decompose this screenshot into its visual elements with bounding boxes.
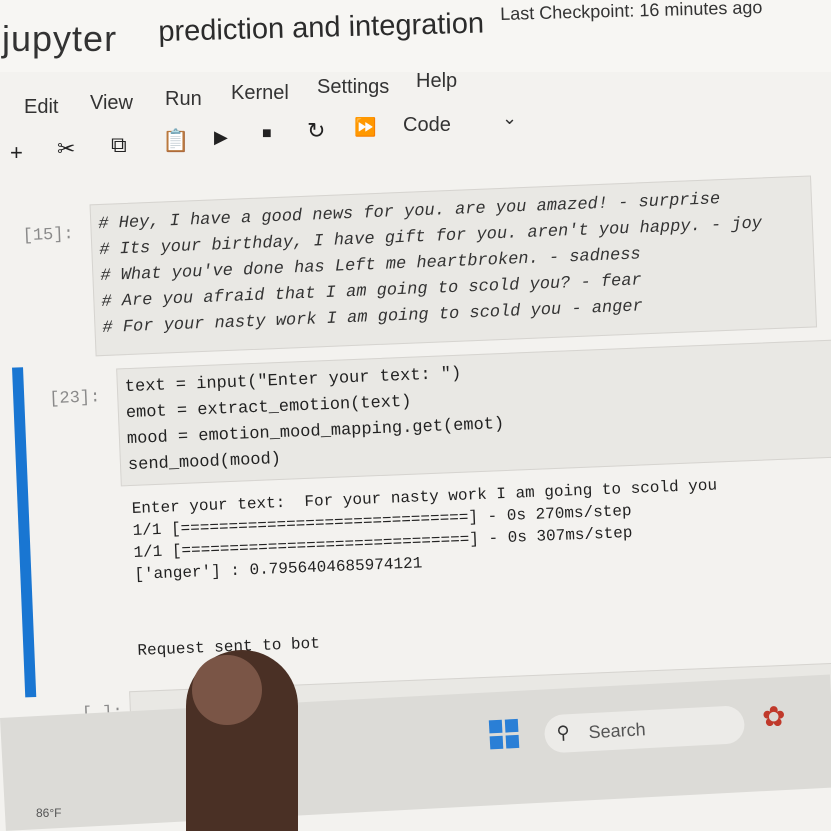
menu-kernel[interactable]: Kernel — [231, 82, 289, 105]
run-icon[interactable]: ▶ — [214, 128, 228, 146]
menu-run[interactable]: Run — [165, 88, 202, 111]
menu-help[interactable]: Help — [416, 70, 457, 93]
menu-settings[interactable]: Settings — [317, 76, 389, 99]
jupyter-logo[interactable]: jupyter — [2, 18, 117, 60]
paste-icon[interactable]: 📋 — [162, 130, 189, 152]
menu-view[interactable]: View — [90, 92, 133, 115]
search-label: Search — [588, 719, 647, 743]
chevron-down-icon[interactable]: ⌄ — [502, 108, 517, 129]
stop-icon[interactable]: ■ — [262, 126, 272, 142]
restart-icon[interactable]: ↻ — [307, 120, 325, 142]
taskbar-search[interactable]: ⚲ Search — [543, 705, 746, 754]
menu-edit[interactable]: Edit — [24, 96, 58, 119]
notebook-title[interactable]: prediction and integration — [158, 7, 484, 49]
cell-prompt: [15]: — [22, 225, 75, 247]
weather-widget[interactable]: 86°F — [36, 806, 61, 820]
add-cell-icon[interactable]: + — [10, 142, 23, 164]
cut-icon[interactable]: ✂ — [57, 138, 75, 160]
windows-start-icon[interactable] — [488, 718, 521, 751]
fingernail — [192, 655, 262, 725]
copy-icon[interactable]: ⧉ — [111, 134, 127, 156]
fast-forward-icon[interactable]: ⏩ — [354, 118, 376, 136]
notebook-area: [15]: # Hey, I have a good news for you.… — [0, 135, 831, 758]
tray-app-icon[interactable]: ✿ — [762, 700, 785, 733]
active-cell-indicator — [12, 367, 37, 698]
cell-prompt: [23]: — [48, 388, 101, 410]
header: jupyter prediction and integration Last … — [0, 0, 831, 72]
cell-type-select[interactable]: Code — [403, 114, 451, 137]
jupyter-screen: jupyter prediction and integration Last … — [0, 0, 831, 831]
search-icon: ⚲ — [556, 722, 571, 743]
checkpoint-status: Last Checkpoint: 16 minutes ago — [500, 0, 763, 24]
